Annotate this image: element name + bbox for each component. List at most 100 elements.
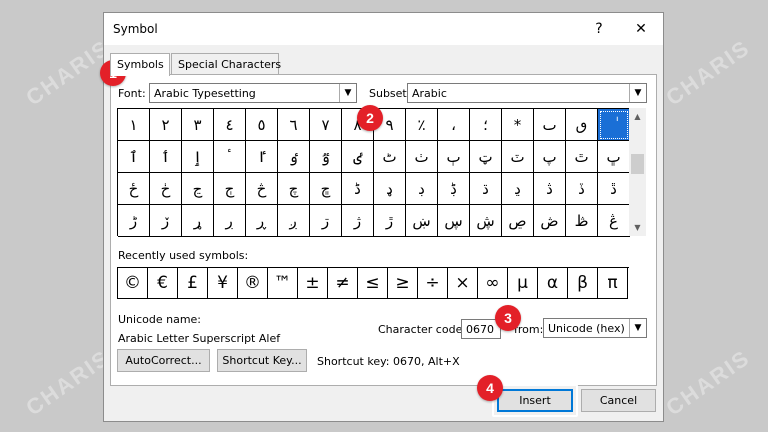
scroll-thumb[interactable] — [631, 154, 644, 174]
symbol-cell[interactable]: ٢ — [150, 109, 182, 141]
symbol-cell[interactable]: ڔ — [214, 205, 246, 237]
recent-symbol-cell[interactable]: ≥ — [388, 268, 418, 299]
symbol-cell[interactable]: ڈ — [342, 173, 374, 205]
autocorrect-button[interactable]: AutoCorrect... — [117, 349, 210, 372]
symbol-cell[interactable]: ٳ — [182, 141, 214, 173]
help-button[interactable]: ? — [586, 17, 612, 41]
tab-symbols[interactable]: Symbols — [110, 53, 170, 76]
from-value: Unicode (hex) — [548, 322, 625, 335]
symbol-cell[interactable]: ٵ — [246, 141, 278, 173]
symbol-cell[interactable]: ټ — [470, 141, 502, 173]
cancel-button[interactable]: Cancel — [581, 389, 656, 412]
symbol-cell[interactable]: ڊ — [406, 173, 438, 205]
recent-symbol-cell[interactable]: © — [118, 268, 148, 299]
symbol-cell[interactable]: ڍ — [502, 173, 534, 205]
symbol-cell[interactable]: ٶ — [278, 141, 310, 173]
recent-symbol-cell[interactable]: ® — [238, 268, 268, 299]
symbol-cell[interactable]: ڃ — [182, 173, 214, 205]
symbol-cell[interactable]: ٤ — [214, 109, 246, 141]
shortcut-key-button[interactable]: Shortcut Key... — [217, 349, 307, 372]
symbol-cell[interactable]: ٯ — [566, 109, 598, 141]
subset-select[interactable]: Arabic ▼ — [407, 83, 647, 103]
symbol-cell[interactable]: ٲ — [150, 141, 182, 173]
chevron-down-icon[interactable]: ▼ — [339, 84, 356, 102]
symbol-cell[interactable]: ١ — [118, 109, 150, 141]
recent-symbol-cell[interactable]: β — [568, 268, 598, 299]
recent-symbol-cell[interactable]: ¥ — [208, 268, 238, 299]
symbol-cell[interactable]: ڜ — [470, 205, 502, 237]
step-badge-2: 2 — [357, 105, 383, 131]
symbol-cell[interactable]: ڌ — [470, 173, 502, 205]
recent-label: Recently used symbols: — [118, 249, 249, 262]
scroll-up-icon[interactable]: ▲ — [629, 108, 646, 125]
symbol-cell[interactable]: پ — [534, 141, 566, 173]
symbol-cell[interactable]: ژ — [342, 205, 374, 237]
symbol-cell[interactable]: ٽ — [502, 141, 534, 173]
symbol-cell[interactable]: ڝ — [502, 205, 534, 237]
symbol-cell[interactable]: چ — [278, 173, 310, 205]
symbol-cell-selected[interactable]: ٰ — [598, 109, 630, 141]
symbol-cell[interactable]: ٮ — [534, 109, 566, 141]
recent-symbol-cell[interactable]: ™ — [268, 268, 298, 299]
close-button[interactable]: ✕ — [628, 17, 654, 41]
symbol-cell[interactable]: ڋ — [438, 173, 470, 205]
recent-symbol-cell[interactable]: π — [598, 268, 628, 299]
recent-symbol-cell[interactable]: ≠ — [328, 268, 358, 299]
symbol-cell[interactable]: ڀ — [598, 141, 630, 173]
symbol-cell[interactable]: ڞ — [534, 205, 566, 237]
symbol-cell[interactable]: ٷ — [310, 141, 342, 173]
symbol-cell[interactable]: ٧ — [310, 109, 342, 141]
symbol-cell[interactable]: ږ — [278, 205, 310, 237]
symbol-cell[interactable]: ٦ — [278, 109, 310, 141]
symbol-cell[interactable]: ٸ — [342, 141, 374, 173]
symbol-cell[interactable]: ٱ — [118, 141, 150, 173]
symbol-cell[interactable]: ڑ — [118, 205, 150, 237]
scroll-down-icon[interactable]: ▼ — [629, 219, 646, 236]
symbol-cell[interactable]: ڟ — [566, 205, 598, 237]
recent-symbol-cell[interactable]: £ — [178, 268, 208, 299]
symbol-cell[interactable]: ٪ — [406, 109, 438, 141]
recent-symbol-cell[interactable]: ± — [298, 268, 328, 299]
symbol-cell[interactable]: ، — [438, 109, 470, 141]
chevron-down-icon[interactable]: ▼ — [629, 84, 646, 102]
symbol-cell[interactable]: ؛ — [470, 109, 502, 141]
symbol-cell[interactable]: ڄ — [214, 173, 246, 205]
recent-symbol-cell[interactable]: € — [148, 268, 178, 299]
symbol-cell[interactable]: ځ — [118, 173, 150, 205]
tab-special-characters[interactable]: Special Characters — [171, 53, 281, 75]
recent-symbol-cell[interactable]: µ — [508, 268, 538, 299]
symbol-cell[interactable]: ٣ — [182, 109, 214, 141]
recent-symbol-cell[interactable]: α — [538, 268, 568, 299]
symbol-cell[interactable]: ڗ — [310, 205, 342, 237]
symbol-cell[interactable]: ڙ — [374, 205, 406, 237]
symbol-cell[interactable]: ړ — [182, 205, 214, 237]
font-select[interactable]: Arabic Typesetting ▼ — [149, 83, 357, 103]
symbol-cell[interactable]: ڏ — [566, 173, 598, 205]
recent-symbol-cell[interactable]: × — [448, 268, 478, 299]
symbol-scrollbar[interactable]: ▲ ▼ — [629, 108, 646, 236]
insert-button[interactable]: Insert — [497, 389, 573, 412]
from-select[interactable]: Unicode (hex) ▼ — [543, 318, 647, 338]
recent-symbol-cell[interactable]: ∞ — [478, 268, 508, 299]
symbol-cell[interactable]: ٿ — [566, 141, 598, 173]
symbol-cell[interactable]: ڎ — [534, 173, 566, 205]
symbol-cell[interactable]: ٴ — [214, 141, 246, 173]
symbol-cell[interactable]: ڠ — [598, 205, 630, 237]
symbol-cell[interactable]: ښ — [406, 205, 438, 237]
symbol-cell[interactable]: ٺ — [406, 141, 438, 173]
symbol-cell[interactable]: څ — [246, 173, 278, 205]
symbol-cell[interactable]: ڕ — [246, 205, 278, 237]
symbol-cell[interactable]: ڛ — [438, 205, 470, 237]
chevron-down-icon[interactable]: ▼ — [629, 319, 646, 337]
symbol-cell[interactable]: ډ — [374, 173, 406, 205]
recent-symbol-cell[interactable]: ≤ — [358, 268, 388, 299]
recent-symbol-cell[interactable]: ÷ — [418, 268, 448, 299]
symbol-cell[interactable]: ڐ — [598, 173, 630, 205]
symbol-cell[interactable]: ڇ — [310, 173, 342, 205]
symbol-cell[interactable]: ٻ — [438, 141, 470, 173]
symbol-cell[interactable]: ڂ — [150, 173, 182, 205]
symbol-cell[interactable]: ٥ — [246, 109, 278, 141]
symbol-cell[interactable]: ڒ — [150, 205, 182, 237]
symbol-cell[interactable]: * — [502, 109, 534, 141]
symbol-cell[interactable]: ٹ — [374, 141, 406, 173]
